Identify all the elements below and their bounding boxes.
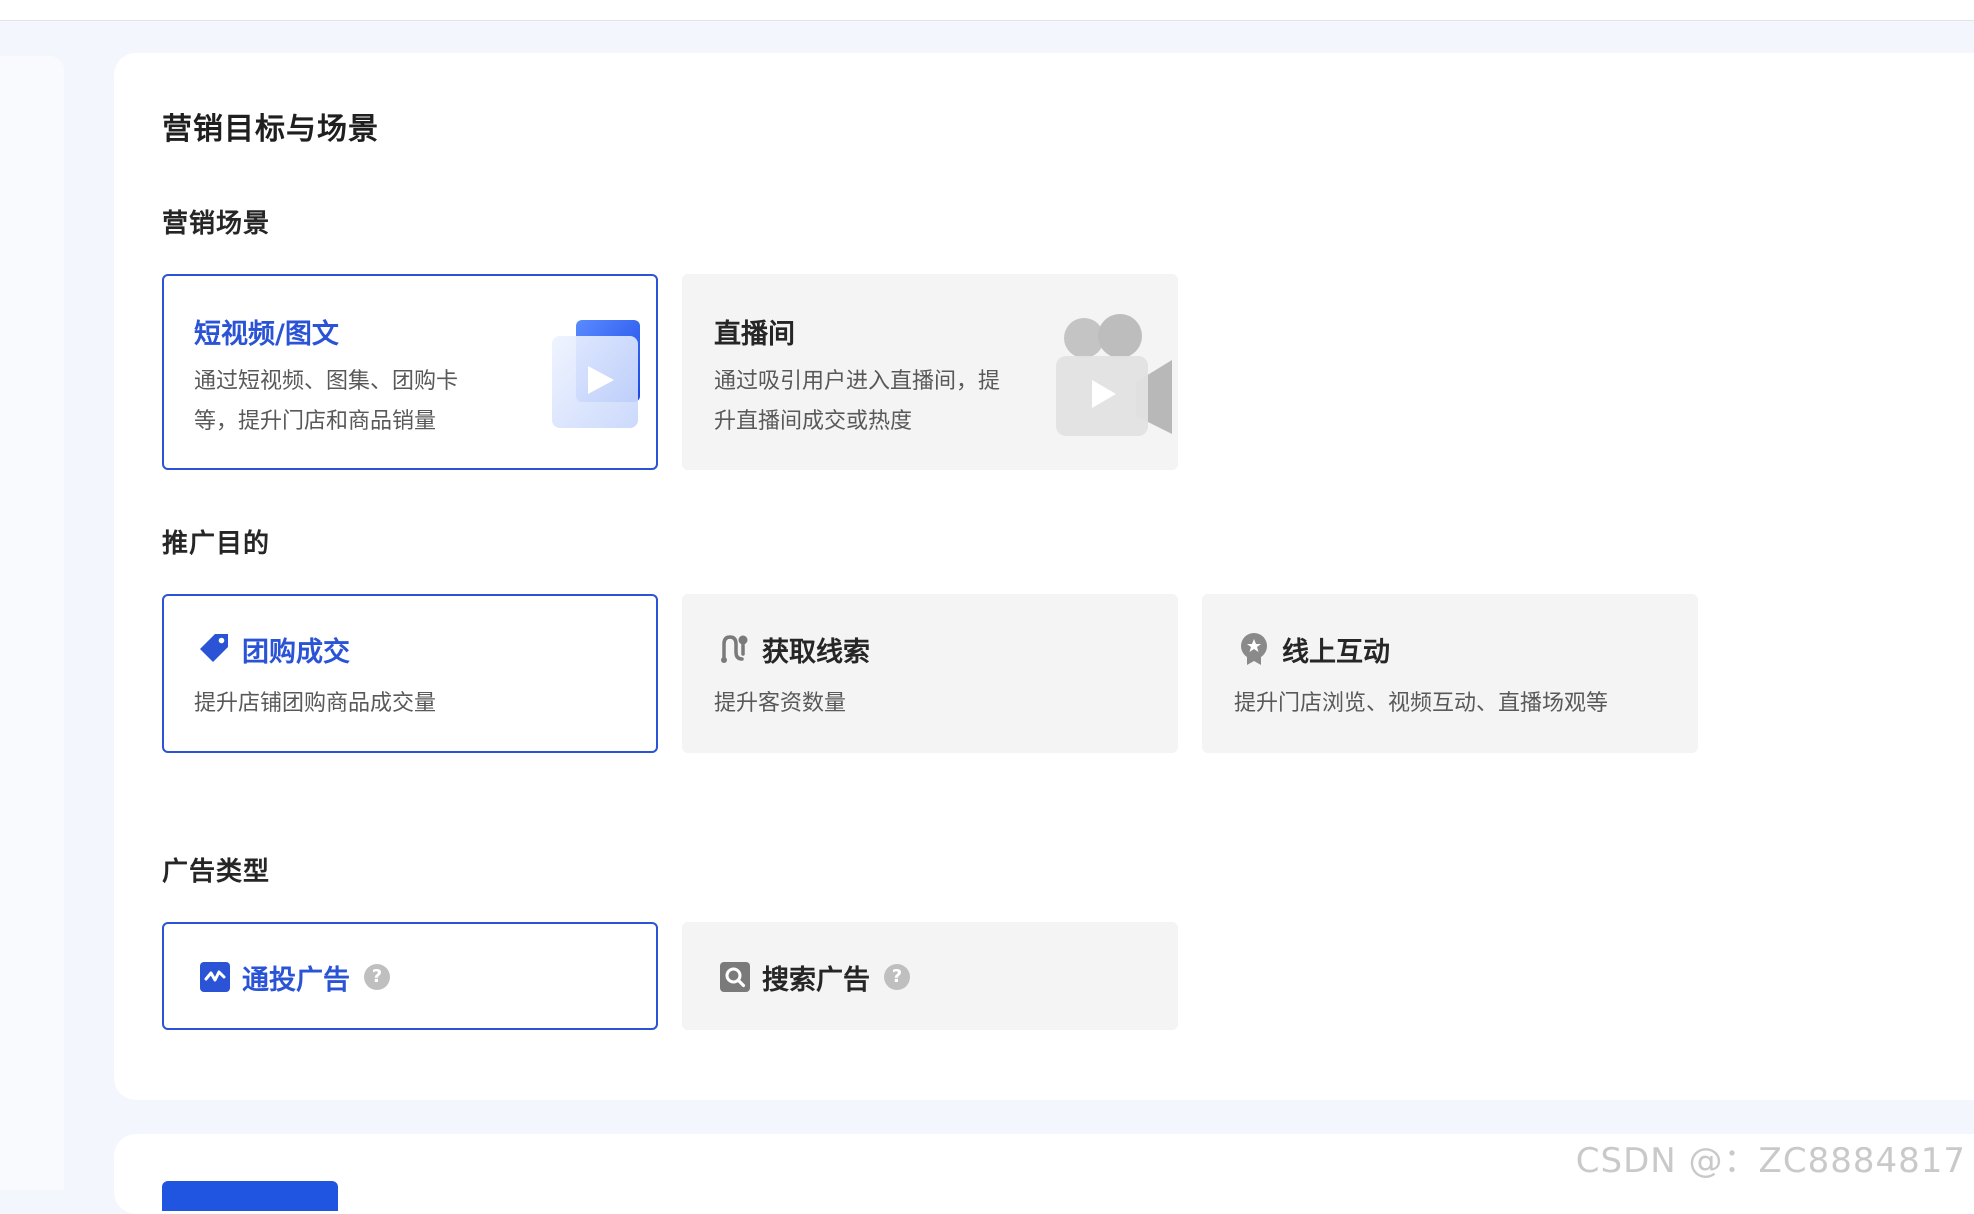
search-icon — [720, 962, 750, 992]
purpose-option-desc: 提升店铺团购商品成交量 — [194, 691, 437, 716]
badge-icon — [1241, 633, 1267, 665]
tag-icon — [200, 634, 228, 662]
scene-option-desc-line2: 升直播间成交或热度 — [714, 409, 913, 434]
help-icon[interactable]: ? — [364, 964, 390, 990]
scene-option-desc-line1: 通过短视频、图集、团购卡 — [194, 369, 459, 394]
top-bar — [0, 0, 1974, 21]
scene-option-title: 直播间 — [714, 319, 795, 350]
page-title: 营销目标与场景 — [162, 112, 379, 147]
help-icon[interactable]: ? — [884, 964, 910, 990]
section-title-ad-type: 广告类型 — [162, 857, 271, 887]
purpose-option-title: 线上互动 — [1282, 637, 1390, 668]
scene-option-live-room[interactable]: 直播间 通过吸引用户进入直播间，提 升直播间成交或热度 — [682, 274, 1178, 470]
leads-icon — [721, 635, 748, 663]
purpose-option-desc: 提升客资数量 — [714, 691, 847, 716]
scene-option-title: 短视频/图文 — [194, 319, 339, 350]
ad-type-option-search[interactable]: 搜索广告 ? — [682, 922, 1178, 1030]
purpose-option-leads[interactable]: 获取线索 提升客资数量 — [682, 594, 1178, 753]
scene-option-short-video[interactable]: 短视频/图文 通过短视频、图集、团购卡 等，提升门店和商品销量 — [162, 274, 658, 470]
trend-icon — [200, 962, 230, 992]
purpose-option-interaction[interactable]: 线上互动 提升门店浏览、视频互动、直播场观等 — [1202, 594, 1698, 753]
scene-option-desc-line1: 通过吸引用户进入直播间，提 — [714, 369, 1001, 394]
ad-type-title: 通投广告 — [242, 965, 350, 996]
video-card-illustration-icon — [552, 320, 640, 428]
purpose-option-group-buy[interactable]: 团购成交 提升店铺团购商品成交量 — [162, 594, 658, 753]
ad-type-title: 搜索广告 — [762, 965, 870, 996]
primary-action-button[interactable] — [162, 1181, 338, 1211]
section-title-scene: 营销场景 — [162, 209, 271, 239]
ad-type-option-general[interactable]: 通投广告 ? — [162, 922, 658, 1030]
section-title-purpose: 推广目的 — [162, 529, 271, 559]
purpose-option-title: 团购成交 — [242, 637, 350, 668]
watermark-text: CSDN @：ZC8884817 — [1575, 1141, 1966, 1181]
left-sidebar-panel — [0, 56, 64, 1190]
scene-option-desc-line2: 等，提升门店和商品销量 — [194, 409, 437, 434]
purpose-option-desc: 提升门店浏览、视频互动、直播场观等 — [1234, 691, 1609, 716]
live-camera-illustration-icon — [1056, 314, 1172, 436]
purpose-option-title: 获取线索 — [762, 637, 870, 668]
